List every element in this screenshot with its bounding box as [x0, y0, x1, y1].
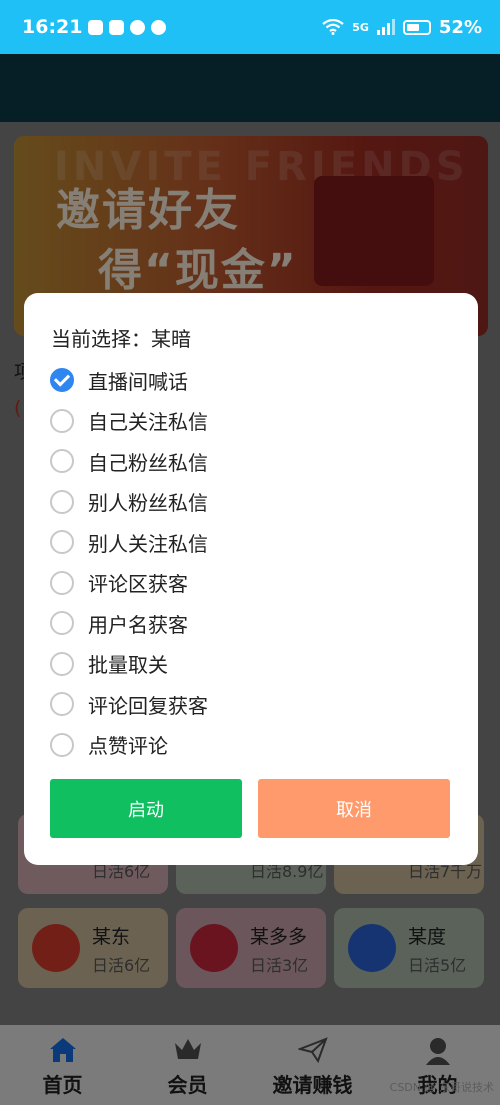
tab-member[interactable]: 会员 [125, 1025, 250, 1105]
tab-home[interactable]: 首页 [0, 1025, 125, 1105]
crown-icon [174, 1039, 201, 1059]
battery-percent: 52% [438, 16, 482, 38]
app-icon [109, 19, 125, 35]
option-label: 评论区获客 [88, 572, 188, 596]
option-row[interactable]: 自己粉丝私信 [50, 444, 208, 478]
shield-icon [88, 19, 104, 35]
option-label: 自己关注私信 [88, 410, 208, 434]
option-row[interactable]: 评论回复获客 [50, 687, 208, 721]
option-row[interactable]: 批量取关 [50, 647, 168, 681]
home-icon [49, 1038, 76, 1062]
network-type: 5G [352, 20, 369, 34]
verified-icon [151, 19, 167, 35]
function-select-dialog: 当前选择：某暗 直播间喊话自己关注私信 自己粉丝私信 别人粉丝私信 别人关注私信 评论区… [24, 293, 478, 865]
paper-plane-icon [297, 1037, 328, 1063]
chat-icon [130, 19, 146, 35]
option-label: 用户名获客 [88, 612, 188, 637]
option-label: 自己粉丝私信 [88, 450, 208, 475]
option-row[interactable]: 用户名获客 [50, 606, 188, 640]
option-row[interactable]: 别人关注私信 [50, 525, 208, 559]
radio-unchecked-icon[interactable] [50, 408, 74, 433]
radio-unchecked-icon[interactable] [50, 449, 74, 473]
option-row[interactable]: 别人粉丝私信 [50, 485, 208, 519]
checkmark-icon [53, 370, 71, 387]
option-label: 批量取关 [88, 653, 168, 677]
person-icon [425, 1038, 450, 1065]
radio-checked-icon[interactable] [50, 368, 74, 392]
signal-icon [376, 19, 395, 35]
watermark: CSDN @ 东哥说技术 [389, 1081, 494, 1094]
status-bar: 16:21 5G 52% [0, 0, 500, 54]
radio-unchecked-icon[interactable] [50, 611, 74, 635]
option-label: 别人粉丝私信 [88, 491, 208, 515]
option-label: 评论回复获客 [88, 693, 208, 718]
option-row[interactable]: 直播间喊话 [50, 363, 188, 397]
bottom-tab-bar: 首页 会员 邀请赚钱 我的 CSDN @ 东哥说技术 [0, 1025, 500, 1105]
radio-unchecked-icon[interactable] [50, 570, 74, 595]
battery-icon [402, 19, 431, 35]
radio-unchecked-icon[interactable] [50, 489, 74, 514]
radio-unchecked-icon[interactable] [50, 530, 74, 554]
option-label: 别人关注私信 [88, 531, 208, 556]
tab-invite[interactable]: 邀请赚钱 [250, 1025, 375, 1105]
option-row[interactable]: 评论区获客 [50, 566, 188, 600]
option-row[interactable]: 自己关注私信 [50, 404, 208, 438]
option-label: 直播间喊话 [88, 369, 188, 394]
status-time: 16:21 [22, 16, 83, 38]
option-row[interactable]: 点赞评论 [50, 728, 168, 762]
cancel-button[interactable]: 取消 [258, 779, 450, 838]
radio-unchecked-icon[interactable] [50, 651, 74, 676]
radio-unchecked-icon[interactable] [50, 692, 74, 716]
radio-unchecked-icon[interactable] [50, 732, 74, 757]
wifi-icon [322, 19, 344, 35]
dialog-title: 当前选择：某暗 [51, 327, 191, 351]
option-label: 点赞评论 [88, 734, 168, 758]
start-button[interactable]: 启动 [50, 779, 242, 838]
